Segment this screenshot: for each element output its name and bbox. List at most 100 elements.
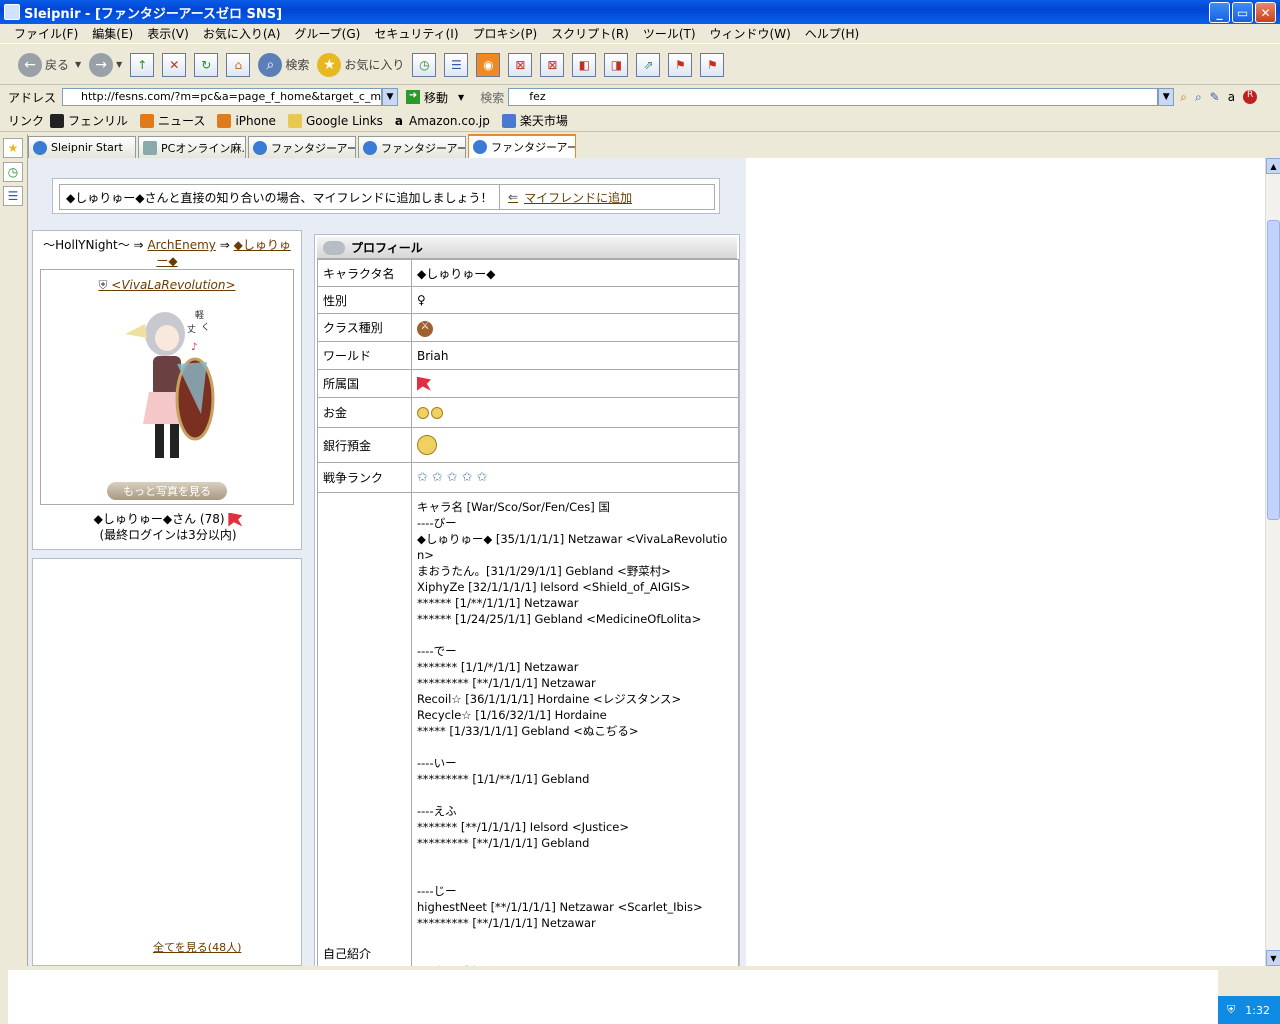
home-icon[interactable]: ⌂ (226, 52, 251, 77)
history-panel-icon[interactable]: ◷ (3, 162, 23, 182)
row-key: お金 (317, 397, 412, 428)
menu-group[interactable]: グループ(G) (294, 25, 360, 42)
go-button[interactable]: ➜ 移動 ▼ (406, 89, 464, 106)
menu-window[interactable]: ウィンドウ(W) (710, 25, 791, 42)
menu-view[interactable]: 表示(V) (147, 25, 189, 42)
search-input[interactable]: fez (508, 88, 1159, 106)
breadcrumb-link-archenemy[interactable]: ArchEnemy (147, 238, 215, 252)
address-dropdown-icon[interactable]: ▼ (382, 88, 399, 106)
link-iphone-label: iPhone (235, 113, 276, 128)
link-google[interactable]: Google Links (287, 113, 383, 128)
language-alt-icon[interactable]: ⚑ (700, 52, 725, 77)
menu-security[interactable]: セキュリティ(I) (374, 25, 458, 42)
menu-file[interactable]: ファイル(F) (14, 25, 78, 42)
tab-fantasy-earth-3[interactable]: ファンタジーアー... (468, 134, 576, 158)
link-iphone[interactable]: iPhone (217, 113, 276, 128)
menu-tools[interactable]: ツール(T) (643, 25, 696, 42)
rakuten-icon[interactable]: R (1243, 90, 1258, 104)
search-bar-label: 検索 (480, 90, 505, 105)
view-all-friends-link[interactable]: 全てを見る(48人) (153, 939, 241, 955)
clock: 1:32 (1245, 1003, 1270, 1017)
menu-help[interactable]: ヘルプ(H) (805, 25, 859, 42)
back-button[interactable]: ← 戻る ▼ (18, 52, 81, 77)
window-title: Sleipnir - [ファンタジーアースゼロ SNS] (24, 6, 283, 22)
row-key: キャラクタ名 (317, 259, 412, 287)
link-rakuten[interactable]: 楽天市場 (501, 112, 568, 129)
row-value: ♀ (411, 286, 739, 314)
arrow-left-icon: ⇐ (508, 190, 519, 204)
title-bar: Sleipnir - [ファンタジーアースゼロ SNS] _ ▭ ✕ (0, 0, 1280, 24)
menu-script[interactable]: スクリプト(R) (551, 25, 629, 42)
highlight-icon[interactable]: ✎ (1210, 90, 1220, 104)
friend-notice: ◆しゅりゅー◆さんと直接の知り合いの場合、マイフレンドに追加しましょう！ ⇐ マ… (52, 178, 720, 214)
ie-page-icon (253, 140, 267, 155)
search-go-icon[interactable]: ⌕ (1180, 90, 1187, 105)
more-photos-button[interactable]: もっと写真を見る (107, 482, 227, 500)
profile-title: プロフィール (351, 241, 423, 255)
add-friend-label: マイフレンドに追加 (524, 190, 633, 205)
language-icon[interactable]: ⚑ (668, 52, 693, 77)
tree-icon[interactable]: ☰ (444, 52, 469, 77)
guild-link[interactable]: ⛨ <VivaLaRevolution> (41, 278, 293, 293)
stop-icon[interactable]: ✕ (162, 52, 187, 77)
forward-button[interactable]: → ▼ (89, 52, 122, 77)
breadcrumb: 〜HollYNight〜 ⇒ ArchEnemy ⇒ ◆しゅりゅー◆ (41, 237, 293, 269)
go-arrow-icon: ➜ (406, 90, 421, 104)
add-friend-link[interactable]: ⇐ マイフレンドに追加 (500, 189, 632, 206)
fenrir-icon (50, 113, 65, 128)
search-dropdown-icon[interactable]: ▼ (1158, 88, 1175, 106)
profile-row-money: お金 (317, 397, 739, 428)
refresh-icon[interactable]: ↻ (194, 52, 219, 77)
tree-panel-icon[interactable]: ☰ (3, 186, 23, 206)
favorites-button[interactable]: ★ お気に入り (317, 52, 404, 77)
minimize-button[interactable]: _ (1209, 2, 1230, 23)
close-button[interactable]: ✕ (1255, 2, 1276, 23)
menu-favorites[interactable]: お気に入り(A) (203, 25, 281, 42)
scroll-up-icon[interactable]: ▲ (1266, 158, 1280, 174)
row-key: 戦争ランク (317, 462, 412, 493)
security-shield-icon[interactable]: ⛨ (1227, 1003, 1235, 1017)
scroll-thumb[interactable] (1267, 220, 1280, 520)
tab-sleipnir-start[interactable]: Sleipnir Start (28, 136, 136, 158)
rss-feed-icon (140, 113, 155, 128)
row-key: 自己紹介 (317, 492, 412, 966)
window-icon[interactable]: ⇗ (636, 52, 661, 77)
user-info: ◆しゅりゅー◆さん (78) (最終ログインは3分以内) (33, 511, 303, 543)
row-value (411, 369, 739, 398)
character-illustration[interactable]: 軽 く 丈 ♪ (115, 304, 225, 472)
link-fenrir[interactable]: フェンリル (50, 112, 128, 129)
scroll-down-icon[interactable]: ▼ (1266, 950, 1280, 966)
favorites-panel-icon[interactable]: ★ (3, 138, 23, 158)
menu-edit[interactable]: 編集(E) (92, 25, 133, 42)
profile-swirl-icon (323, 240, 345, 255)
tab-label: Sleipnir Start (51, 141, 123, 154)
row-key: クラス種別 (317, 313, 412, 342)
tab-pc-online[interactable]: PCオンライン麻... (138, 136, 246, 158)
tab-fantasy-earth-2[interactable]: ファンタジーアー... (358, 136, 466, 158)
close-right-icon[interactable]: ◨ (604, 52, 629, 77)
photo-frame: ⛨ <VivaLaRevolution> 軽 く 丈 ♪ もっと写真を見る (40, 269, 294, 505)
vertical-scrollbar[interactable]: ▲ ▼ (1265, 158, 1280, 966)
up-folder-icon[interactable]: ↑ (130, 52, 155, 77)
zoom-icon[interactable]: ⌕ (1195, 90, 1202, 105)
history-icon[interactable]: ◷ (412, 52, 437, 77)
menu-proxy[interactable]: プロキシ(P) (473, 25, 538, 42)
close-all-icon[interactable]: ⊠ (540, 52, 565, 77)
link-news[interactable]: ニュース (140, 112, 205, 129)
link-amazon[interactable]: a Amazon.co.jp (395, 114, 490, 128)
close-left-icon[interactable]: ◧ (572, 52, 597, 77)
svg-text:丈: 丈 (187, 324, 196, 335)
ie-page-icon (143, 140, 157, 155)
address-label: アドレス (8, 90, 57, 105)
gold-coin-icon (417, 435, 437, 455)
close-tab-icon[interactable]: ⊠ (508, 52, 533, 77)
amazon-icon[interactable]: a (1228, 90, 1235, 104)
rss-icon[interactable]: ◉ (476, 52, 501, 77)
search-button[interactable]: ⌕ 検索 (258, 52, 309, 77)
link-news-label: ニュース (158, 114, 206, 128)
ie-page-icon (363, 140, 377, 155)
address-input[interactable]: http://fesns.com/?m=pc&a=page_f_home&tar… (62, 88, 383, 106)
coin-icon (431, 407, 443, 419)
maximize-button[interactable]: ▭ (1232, 2, 1253, 23)
tab-fantasy-earth-1[interactable]: ファンタジーアー... (248, 136, 356, 158)
